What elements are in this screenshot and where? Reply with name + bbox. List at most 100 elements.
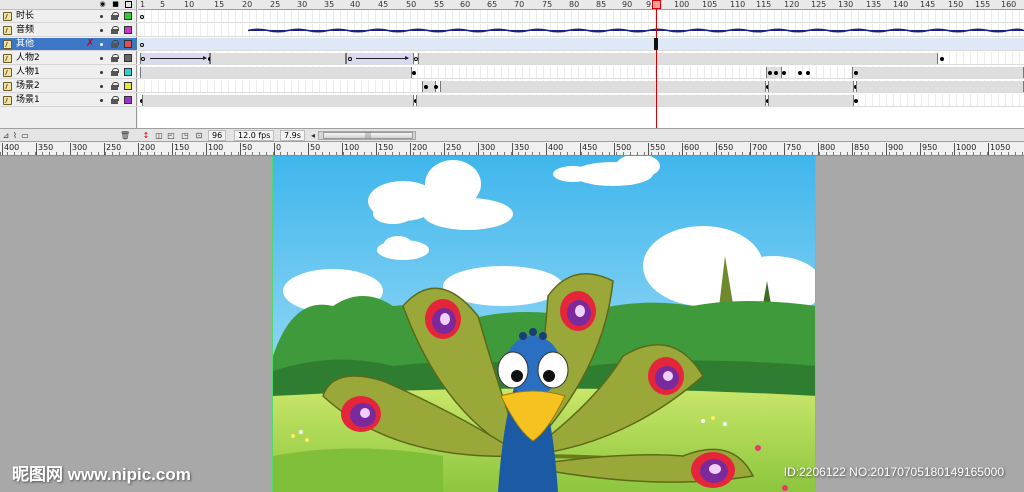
feather-eye	[425, 299, 461, 339]
lock-header-icon[interactable]: ■	[112, 1, 119, 8]
frame-span[interactable]	[856, 81, 1024, 92]
outline-header-icon[interactable]	[125, 1, 132, 8]
current-frame-marker	[654, 38, 658, 50]
layer-row-other[interactable]: 其他 ✗	[0, 38, 137, 51]
layer-color-swatch[interactable]	[124, 68, 132, 76]
keyframe[interactable]	[940, 57, 944, 61]
keyframe[interactable]	[782, 71, 786, 75]
layer-row-character1[interactable]: 人物1	[0, 66, 137, 79]
frame-ruler[interactable]: 1 5 10 15 20 25 30 35 40 45 50 55 60 65 …	[138, 0, 1024, 10]
frame-rate-field[interactable]: 12.0 fps	[234, 130, 275, 141]
frame-number: 135	[866, 0, 882, 9]
visibility-dot[interactable]	[100, 85, 103, 88]
frame-span[interactable]	[852, 67, 1024, 78]
track-character2[interactable]	[138, 52, 1024, 65]
ruler-label: 200	[137, 143, 156, 155]
ruler-label: 300	[477, 143, 496, 155]
layer-row-scene2[interactable]: 场景2	[0, 80, 137, 93]
lock-icon[interactable]	[111, 96, 119, 104]
visibility-dot[interactable]	[100, 57, 103, 60]
frame-span[interactable]	[140, 67, 412, 78]
track-scene2[interactable]	[138, 80, 1024, 93]
frame-number: 25	[270, 0, 281, 9]
onion-outline-icon[interactable]: ◰	[166, 131, 176, 140]
lock-icon[interactable]	[111, 26, 119, 34]
layer-name: 其他	[16, 39, 35, 49]
frame-number: 110	[730, 0, 746, 9]
edit-multiple-frames-icon[interactable]: ◳	[180, 131, 190, 140]
onion-markers-icon[interactable]: ⊡	[194, 131, 204, 140]
visibility-dot[interactable]	[100, 29, 103, 32]
track-scene1[interactable]	[138, 94, 1024, 107]
track-other[interactable]	[138, 38, 1024, 51]
visibility-dot[interactable]	[100, 15, 103, 18]
layer-row-character2[interactable]: 人物2	[0, 52, 137, 65]
layer-row-audio[interactable]: 音频	[0, 24, 137, 37]
frame-number: 1	[140, 0, 146, 9]
ruler-label: 400	[1, 143, 20, 155]
frame-span[interactable]	[416, 95, 766, 106]
stage-canvas[interactable]	[272, 156, 816, 492]
frame-span[interactable]	[142, 95, 414, 106]
current-frame-field[interactable]: 96	[208, 130, 227, 141]
scroll-left-icon[interactable]: ◂	[308, 131, 318, 140]
center-frame-icon[interactable]: ↕	[141, 131, 151, 140]
keyframe[interactable]	[434, 85, 438, 89]
empty-keyframe[interactable]	[140, 15, 144, 19]
trash-icon[interactable]: 🗑	[120, 131, 130, 140]
lock-icon[interactable]	[111, 54, 119, 62]
keyframe[interactable]	[412, 71, 416, 75]
layer-color-swatch[interactable]	[124, 96, 132, 104]
layer-color-swatch[interactable]	[124, 40, 132, 48]
layer-color-swatch[interactable]	[124, 54, 132, 62]
lock-icon[interactable]	[111, 40, 119, 48]
frame-span[interactable]	[768, 95, 854, 106]
horizontal-scrollbar[interactable]: |||	[318, 131, 416, 140]
frame-span[interactable]	[768, 81, 854, 92]
scrollbar-thumb[interactable]: |||	[323, 132, 413, 139]
layer-name: 时长	[16, 11, 35, 21]
visibility-dot[interactable]	[100, 43, 103, 46]
eye-icon[interactable]: ◉	[99, 1, 106, 8]
layer-color-swatch[interactable]	[124, 26, 132, 34]
empty-keyframe[interactable]	[348, 57, 352, 61]
keyframe[interactable]	[798, 71, 802, 75]
layer-color-swatch[interactable]	[124, 82, 132, 90]
track-character1[interactable]	[138, 66, 1024, 79]
layer-row-scene1[interactable]: 场景1	[0, 94, 137, 107]
frame-span[interactable]	[210, 53, 346, 64]
keyframe[interactable]	[854, 99, 858, 103]
layer-row-duration[interactable]: 时长	[0, 10, 137, 23]
layer-icon	[3, 96, 12, 105]
feather-eye	[341, 396, 381, 432]
keyframe[interactable]	[774, 71, 778, 75]
frame-span[interactable]	[418, 53, 938, 64]
lock-icon[interactable]	[111, 12, 119, 20]
frame-number: 70	[514, 0, 525, 9]
layer-color-swatch[interactable]	[124, 12, 132, 20]
frame-number: 35	[324, 0, 335, 9]
empty-keyframe[interactable]	[141, 57, 145, 61]
visibility-dot[interactable]	[100, 99, 103, 102]
keyframe[interactable]	[424, 85, 428, 89]
keyframe[interactable]	[768, 71, 772, 75]
keyframe[interactable]	[854, 71, 858, 75]
frame-number: 40	[350, 0, 361, 9]
track-audio[interactable]	[138, 24, 1024, 37]
motion-guide-icon[interactable]: ⌇	[10, 131, 20, 140]
frame-panel[interactable]: 1 5 10 15 20 25 30 35 40 45 50 55 60 65 …	[138, 0, 1024, 128]
insert-folder-icon[interactable]: ▭	[20, 131, 30, 140]
lock-icon[interactable]	[111, 82, 119, 90]
playhead-handle[interactable]	[652, 0, 661, 9]
empty-keyframe[interactable]	[140, 43, 144, 47]
layer-name: 人物1	[16, 67, 40, 77]
lock-icon[interactable]	[111, 68, 119, 76]
frame-number: 115	[756, 0, 772, 9]
frame-span[interactable]	[440, 81, 766, 92]
frame-number: 20	[242, 0, 253, 9]
ruler-label: 150	[171, 143, 190, 155]
onion-skin-icon[interactable]: ◫	[154, 131, 164, 140]
visibility-dot[interactable]	[100, 71, 103, 74]
keyframe[interactable]	[806, 71, 810, 75]
track-duration[interactable]	[138, 10, 1024, 23]
